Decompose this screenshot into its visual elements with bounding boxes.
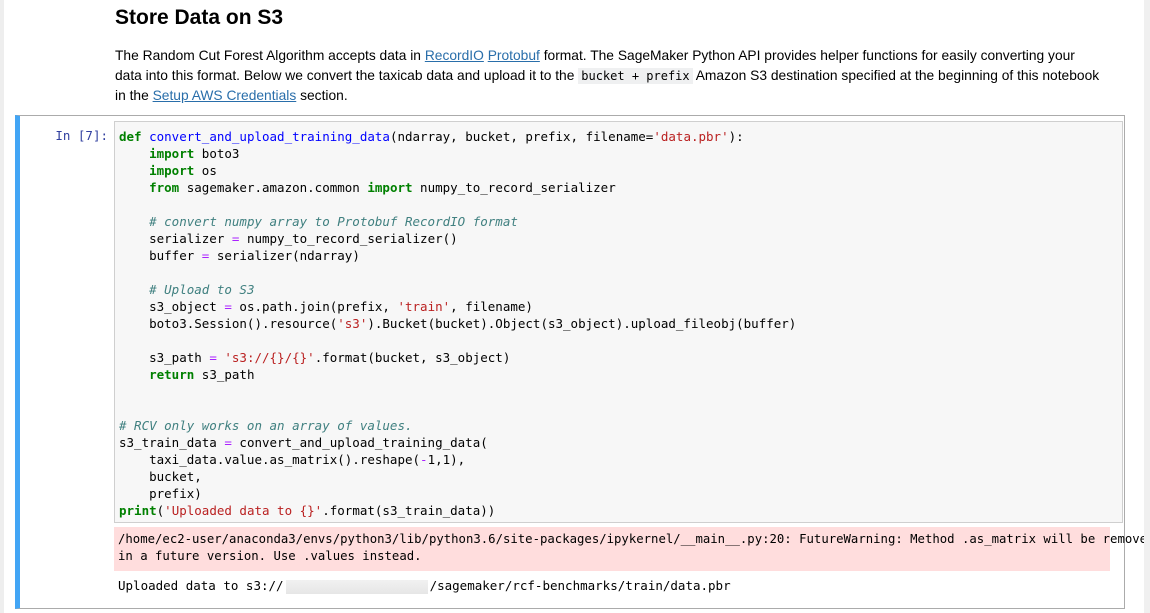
- code-token: serializer(ndarray): [209, 248, 360, 263]
- code-token: # RCV only works on an array of values.: [119, 418, 413, 433]
- warning-line-2: in a future version. Use .values instead…: [118, 549, 422, 563]
- code-token: s3_object: [119, 299, 225, 314]
- code-line: s3_train_data = convert_and_upload_train…: [119, 434, 1122, 451]
- code-line: s3_object = os.path.join(prefix, 'train'…: [119, 298, 1122, 315]
- code-line: taxi_data.value.as_matrix().reshape(-1,1…: [119, 451, 1122, 468]
- code-token: ).Bucket(bucket).Object(s3_object).uploa…: [367, 316, 797, 331]
- code-token: 's3': [337, 316, 368, 331]
- code-line: # convert numpy array to Protobuf Record…: [119, 213, 1122, 230]
- code-line: # Upload to S3: [119, 281, 1122, 298]
- code-token: .format(s3_train_data)): [322, 503, 496, 518]
- code-token: # convert numpy array to Protobuf Record…: [149, 214, 518, 229]
- code-token: convert_and_upload_training_data: [149, 129, 390, 144]
- code-token: taxi_data.value.as_matrix().reshape(: [119, 452, 421, 467]
- output-text: Uploaded data to s3:// /sagemaker/rcf-ben…: [118, 578, 731, 594]
- code-token: os: [194, 163, 217, 178]
- code-token: .format(bucket, s3_object): [314, 350, 511, 365]
- code-line: print('Uploaded data to {}'.format(s3_tr…: [119, 502, 1122, 519]
- code-token: os.path.join(prefix,: [231, 299, 398, 314]
- code-token: import: [367, 180, 413, 195]
- code-token: 'train': [397, 299, 451, 314]
- code-line: import boto3: [119, 145, 1122, 162]
- setup-aws-credentials-link[interactable]: Setup AWS Credentials: [153, 88, 297, 103]
- code-line: def convert_and_upload_training_data(nda…: [119, 128, 1122, 145]
- code-token: buffer: [119, 248, 202, 263]
- code-token: 's3://{}/{}': [224, 350, 315, 365]
- code-token: convert_and_upload_training_data(: [231, 435, 488, 450]
- code-token: -: [420, 452, 428, 467]
- scrollbar[interactable]: [1144, 0, 1150, 613]
- output-suffix: /sagemaker/rcf-benchmarks/train/data.pbr: [429, 578, 731, 593]
- code-line: import os: [119, 162, 1122, 179]
- code-token: boto3.Session().resource(: [119, 316, 338, 331]
- code-token: =: [209, 350, 217, 365]
- code-token: ):: [728, 129, 744, 144]
- redacted-bucket: [285, 579, 428, 594]
- code-editor[interactable]: def convert_and_upload_training_data(nda…: [114, 121, 1123, 523]
- code-line: boto3.Session().resource('s3').Bucket(bu…: [119, 315, 1122, 332]
- warning-line-1: /home/ec2-user/anaconda3/envs/python3/li…: [118, 532, 1150, 546]
- code-line: serializer = numpy_to_record_serializer(…: [119, 230, 1122, 247]
- section-heading: Store Data on S3: [115, 6, 284, 29]
- code-token: =: [224, 435, 232, 450]
- protobuf-link[interactable]: Protobuf: [488, 48, 540, 63]
- code-token: serializer: [119, 231, 232, 246]
- input-prompt: In [7]:: [55, 128, 108, 143]
- code-token: import: [149, 146, 195, 161]
- code-line: s3_path = 's3://{}/{}'.format(bucket, s3…: [119, 349, 1122, 366]
- code-token: s3_path: [194, 367, 255, 382]
- inline-code: bucket + prefix: [578, 68, 693, 84]
- code-block[interactable]: def convert_and_upload_training_data(nda…: [115, 122, 1122, 519]
- markdown-paragraph: The Random Cut Forest Algorithm accepts …: [115, 46, 1105, 106]
- code-line: prefix): [119, 485, 1122, 502]
- code-token: bucket,: [119, 469, 202, 484]
- code-token: 1,1),: [427, 452, 466, 467]
- recordio-link[interactable]: RecordIO: [425, 48, 484, 63]
- code-token: 'Uploaded data to {}': [164, 503, 323, 518]
- code-token: s3_path: [119, 350, 210, 365]
- paragraph-text-4: section.: [296, 88, 348, 103]
- code-token: 'data.pbr': [653, 129, 729, 144]
- output-prefix: Uploaded data to s3://: [118, 578, 284, 593]
- code-token: boto3: [194, 146, 240, 161]
- code-token: return: [149, 367, 195, 382]
- code-line: return s3_path: [119, 366, 1122, 383]
- code-line: buffer = serializer(ndarray): [119, 247, 1122, 264]
- code-token: numpy_to_record_serializer: [412, 180, 616, 195]
- code-token: prefix): [119, 486, 202, 501]
- code-token: # Upload to S3: [149, 282, 255, 297]
- code-token: , filename): [450, 299, 533, 314]
- code-line: from sagemaker.amazon.common import nump…: [119, 179, 1122, 196]
- stderr-warning: /home/ec2-user/anaconda3/envs/python3/li…: [114, 527, 1150, 571]
- code-token: =: [224, 299, 232, 314]
- code-token: import: [149, 163, 195, 178]
- code-line: # RCV only works on an array of values.: [119, 417, 1122, 434]
- code-token: print: [119, 503, 157, 518]
- paragraph-text-1: The Random Cut Forest Algorithm accepts …: [115, 48, 425, 63]
- code-token: s3_train_data: [119, 435, 225, 450]
- code-token: sagemaker.amazon.common: [179, 180, 368, 195]
- code-token: numpy_to_record_serializer(): [239, 231, 458, 246]
- code-token: (ndarray, bucket, prefix, filename=: [389, 129, 654, 144]
- markdown-cell[interactable]: Store Data on S3 The Random Cut Forest A…: [115, 4, 1105, 106]
- code-line: bucket,: [119, 468, 1122, 485]
- code-token: def: [119, 129, 142, 144]
- code-token: from: [149, 180, 180, 195]
